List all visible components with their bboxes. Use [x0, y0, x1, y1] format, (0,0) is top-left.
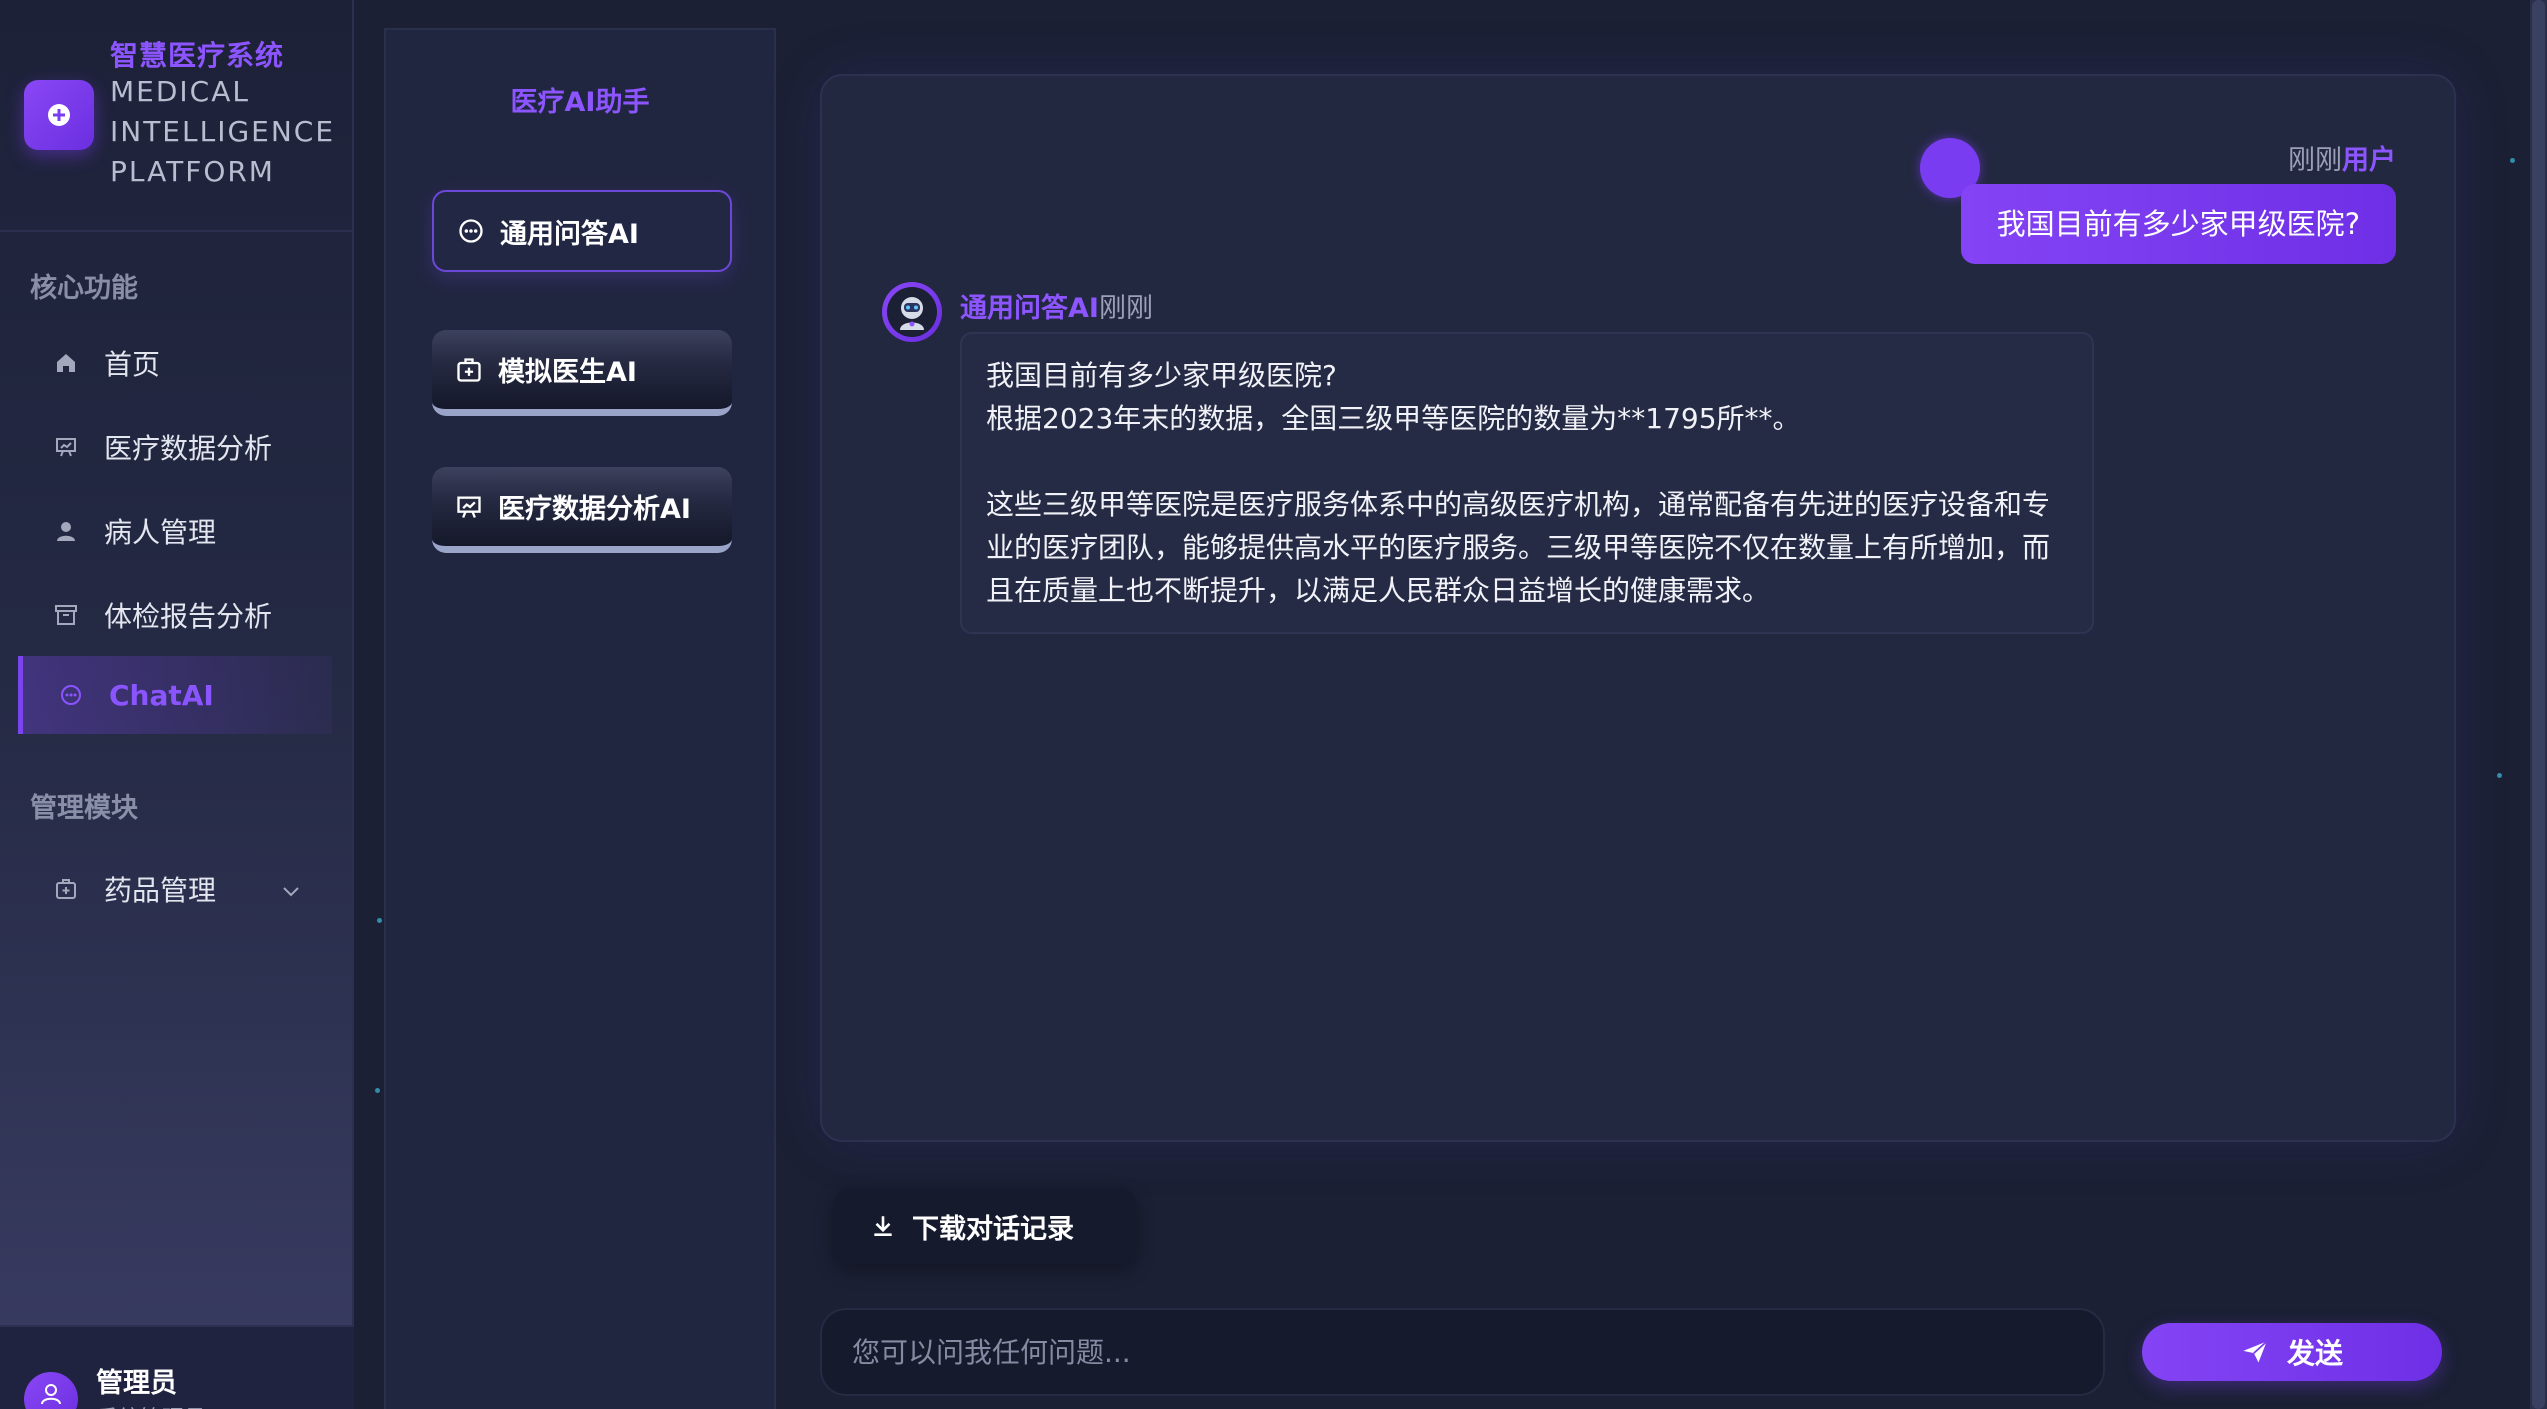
presentation-chart-icon [454, 492, 484, 522]
download-chat-button[interactable]: 下载对话记录 [834, 1188, 1136, 1264]
core-section-title: 核心功能 [30, 273, 138, 304]
user-message-time: 刚刚 [2288, 145, 2342, 176]
decor-dot [377, 918, 382, 923]
sidebar-item-home[interactable]: 首页 [18, 324, 332, 402]
brand: 智慧医疗系统 MEDICAL INTELLIGENCE PLATFORM [24, 28, 354, 228]
logo-icon [48, 104, 70, 126]
assistant-button-label: 模拟医生AI [498, 357, 637, 388]
sidebar-item-label: 病人管理 [104, 516, 217, 549]
sidebar-item-label: 医疗数据分析 [104, 432, 273, 465]
bot-avatar [882, 282, 942, 342]
chat-bubble-icon [456, 216, 486, 246]
medical-kit-icon [454, 355, 484, 385]
bot-message-bubble: 我国目前有多少家甲级医院? 根据2023年末的数据，全国三级甲等医院的数量为**… [960, 332, 2094, 634]
send-label: 发送 [2286, 1337, 2343, 1370]
chat-window[interactable]: 刚刚用户 我国目前有多少家甲级医院? 通用问答AI刚刚 我国目前有多少家甲级医院… [820, 74, 2456, 1142]
admin-name: 管理员 [96, 1368, 177, 1399]
decor-dot [2510, 158, 2515, 163]
decor-dot [375, 1088, 380, 1093]
robot-icon [900, 297, 924, 330]
sidebar-item-checkup-reports[interactable]: 体检报告分析 [18, 576, 332, 654]
bot-message-name: 通用问答AI [960, 293, 1099, 324]
sidebar-item-patients[interactable]: 病人管理 [18, 492, 332, 570]
user-icon [41, 1384, 61, 1405]
bot-message-line [986, 440, 2068, 483]
assistant-button-label: 医疗数据分析AI [498, 494, 691, 525]
sidebar-item-chatai[interactable]: ChatAI [18, 656, 332, 734]
bot-message-line: 这些三级甲等医院是医疗服务体系中的高级医疗机构，通常配备有先进的医疗设备和专业的… [986, 488, 2051, 607]
sidebar-item-medicine-management[interactable]: 药品管理 [18, 850, 332, 928]
general-qa-ai-button[interactable]: 通用问答AI [432, 190, 732, 272]
admin-section-title: 管理模块 [30, 793, 138, 824]
chat-bubble-icon [57, 681, 85, 709]
user-icon [52, 517, 80, 545]
medical-data-analysis-ai-button[interactable]: 医疗数据分析AI [432, 467, 732, 553]
admin-avatar[interactable] [24, 1372, 78, 1409]
admin-role: 系统管理员 [96, 1401, 206, 1409]
bot-message-meta: 通用问答AI刚刚 [960, 286, 1153, 325]
assistant-title: 医疗AI助手 [510, 87, 650, 118]
bot-message-line: 我国目前有多少家甲级医院? [986, 359, 1337, 392]
sidebar-item-data-analysis[interactable]: 医疗数据分析 [18, 408, 332, 486]
sidebar-item-label: 首页 [104, 348, 161, 381]
page-scrollbar-thumb[interactable] [2532, 0, 2545, 1409]
sidebar-footer: 管理员 系统管理员 [0, 1325, 354, 1409]
brand-subtitle: MEDICAL INTELLIGENCE PLATFORM [110, 75, 336, 188]
assistant-panel: 医疗AI助手 通用问答AI 模拟医生AI 医疗数据分析AI [384, 28, 776, 1409]
medical-kit-icon [52, 875, 80, 903]
download-icon [870, 1213, 896, 1239]
assistant-button-label: 通用问答AI [500, 218, 639, 250]
bot-message-time: 刚刚 [1098, 293, 1153, 324]
user-message-name: 用户 [2342, 145, 2396, 176]
chat-input[interactable] [820, 1308, 2105, 1396]
send-button[interactable]: 发送 [2142, 1323, 2442, 1381]
presentation-chart-icon [52, 433, 80, 461]
sidebar-item-label: 体检报告分析 [104, 600, 273, 633]
archive-box-icon [52, 601, 80, 629]
user-message-meta: 刚刚用户 [2288, 138, 2396, 177]
home-icon [52, 349, 80, 377]
simulated-doctor-ai-button[interactable]: 模拟医生AI [432, 330, 732, 416]
download-chat-label: 下载对话记录 [912, 1213, 1074, 1245]
brand-title: 智慧医疗系统 [110, 39, 285, 72]
chevron-down-icon[interactable] [280, 876, 302, 909]
brand-logo [24, 80, 94, 150]
bot-message-line: 根据2023年末的数据，全国三级甲等医院的数量为**1795所**。 [986, 402, 1801, 435]
sidebar-item-label: 药品管理 [104, 874, 217, 907]
sidebar-item-label: ChatAI [109, 678, 214, 712]
user-message-bubble: 我国目前有多少家甲级医院? [1960, 184, 2396, 264]
sidebar: 智慧医疗系统 MEDICAL INTELLIGENCE PLATFORM 核心功… [0, 0, 354, 1409]
decor-dot [2497, 773, 2502, 778]
paper-plane-icon [2241, 1338, 2269, 1366]
sidebar-divider [0, 230, 354, 232]
